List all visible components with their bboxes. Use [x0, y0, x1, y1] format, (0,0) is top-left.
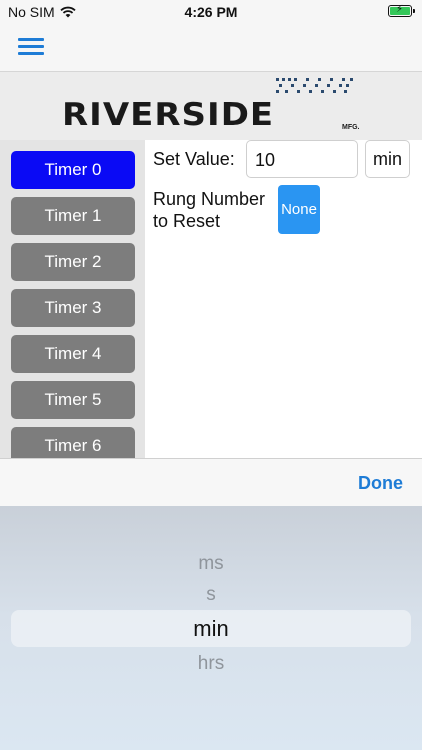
unit-picker[interactable]: ms s min hrs: [0, 506, 422, 750]
timer-button-4[interactable]: Timer 4: [11, 335, 135, 373]
set-value-label: Set Value:: [153, 149, 235, 169]
picker-toolbar: Done: [0, 458, 422, 506]
set-value-input[interactable]: 10: [246, 140, 358, 178]
status-time: 4:26 PM: [184, 4, 238, 20]
timer-sidebar: Timer 0 Timer 1 Timer 2 Timer 3 Timer 4 …: [0, 140, 145, 458]
picker-option-hrs[interactable]: hrs: [0, 653, 422, 675]
timer-button-6[interactable]: Timer 6: [11, 427, 135, 458]
timer-button-0[interactable]: Timer 0: [11, 151, 135, 189]
unit-selector[interactable]: min: [365, 140, 410, 178]
picker-option-min[interactable]: min: [0, 616, 422, 642]
battery-charging-icon: ⚡: [388, 4, 415, 17]
timer-button-3[interactable]: Timer 3: [11, 289, 135, 327]
timer-button-2[interactable]: Timer 2: [11, 243, 135, 281]
logo-mfg: MFG.: [342, 124, 360, 131]
timer-button-5[interactable]: Timer 5: [11, 381, 135, 419]
rung-none-button[interactable]: None: [278, 185, 320, 234]
picker-option-s[interactable]: s: [0, 584, 422, 606]
picker-option-ms[interactable]: ms: [0, 553, 422, 575]
done-button[interactable]: Done: [358, 473, 403, 494]
logo-banner: RIVERSIDE MFG.: [0, 72, 422, 140]
rung-number-label: Rung Number to Reset: [153, 189, 266, 231]
nav-bar: [0, 24, 422, 72]
logo-dots-graphic: [276, 78, 353, 93]
hamburger-icon[interactable]: [18, 38, 44, 56]
status-bar: No SIM 4:26 PM ⚡: [0, 0, 422, 24]
timer-settings: Set Value: 10 min Rung Number to Reset N…: [145, 140, 422, 458]
timer-button-1[interactable]: Timer 1: [11, 197, 135, 235]
logo-text: RIVERSIDE: [62, 96, 275, 134]
